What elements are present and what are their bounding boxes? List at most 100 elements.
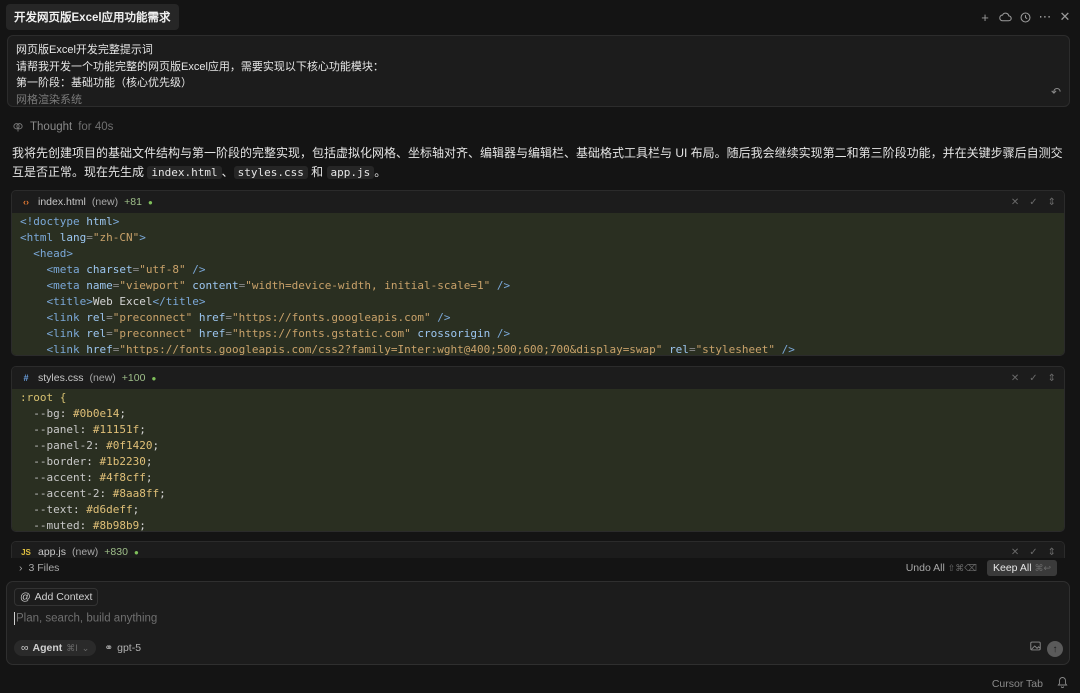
chevron-down-icon: ⌄ — [81, 642, 90, 653]
reject-icon[interactable]: ✕ — [1011, 547, 1019, 558]
undo-all-shortcut: ⇧⌘⌫ — [947, 563, 977, 573]
message-text: 和 — [307, 165, 327, 179]
close-icon[interactable]: ✕ — [1058, 9, 1072, 24]
prompt-line-faded: 网格渲染系统 — [16, 93, 82, 106]
code-line: --text: #d6deff; — [33, 503, 140, 516]
js-file-icon: JS — [21, 547, 31, 557]
agent-mode-selector[interactable]: ∞ Agent ⌘I ⌄ — [14, 640, 97, 656]
model-name: gpt-5 — [117, 642, 142, 654]
file-name: styles.css — [38, 372, 84, 384]
user-prompt[interactable]: 网页版Excel开发完整提示词 请帮我开发一个功能完整的网页版Excel应用，需… — [7, 35, 1070, 107]
code-line: --muted: #8b98b9; — [33, 519, 146, 532]
modified-dot-icon: ● — [151, 373, 157, 383]
code-line: --bg: #0b0e14; — [33, 407, 126, 420]
at-icon: @ — [20, 591, 31, 603]
image-icon[interactable] — [1030, 641, 1041, 654]
file-status: (new) — [89, 372, 116, 384]
code-line: --border: #1b2230; — [33, 455, 153, 468]
header-actions: + ⋯ ✕ — [978, 9, 1072, 25]
chat-title[interactable]: 开发网页版Excel应用功能需求 — [6, 4, 179, 30]
keep-all-label: Keep All — [993, 562, 1032, 574]
code-line: --panel-2: #0f1420; — [33, 439, 160, 452]
keep-all-button[interactable]: Keep All ⌘↩ — [987, 560, 1057, 576]
html-file-icon: ‹› — [23, 197, 29, 207]
inline-code: app.js — [326, 166, 375, 179]
send-button[interactable]: ↑ — [1047, 641, 1063, 657]
accept-icon[interactable]: ✓ — [1029, 373, 1037, 384]
modified-dot-icon: ● — [147, 197, 153, 207]
plus-icon[interactable]: + — [978, 10, 992, 25]
file-header[interactable]: ‹› index.html (new) +81 ● ✕ ✓ ⇕ — [12, 191, 1064, 213]
file-header[interactable]: # styles.css (new) +100 ● ✕ ✓ ⇕ — [12, 367, 1064, 389]
message-text: 。 — [374, 165, 387, 179]
lines-added: +81 — [124, 196, 142, 208]
message-text: 、 — [221, 165, 234, 179]
prompt-line: 第一阶段：基础功能（核心优先级） — [16, 77, 192, 89]
code-line: <title>Web Excel</title> — [46, 295, 206, 308]
agent-shortcut: ⌘I — [66, 642, 78, 653]
agent-label: Agent — [32, 642, 63, 654]
thought-indicator[interactable]: Thought for 40s — [12, 121, 113, 133]
code-view[interactable]: <!doctype html> <html lang="zh-CN"> <hea… — [12, 213, 1064, 356]
file-name: app.js — [38, 546, 67, 558]
code-line: --accent: #4f8cff; — [33, 471, 153, 484]
file-diff-app-js: JS app.js (new) +830 ● ✕ ✓ ⇕ — [11, 541, 1065, 558]
expand-icon[interactable]: ⇕ — [1048, 197, 1056, 208]
code-line: :root { — [20, 391, 67, 404]
infinity-icon: ∞ — [21, 642, 29, 654]
code-line: <link href="https://fonts.googleapis.com… — [46, 343, 795, 356]
reject-icon[interactable]: ✕ — [1011, 197, 1019, 208]
code-line: <link rel="preconnect" href="https://fon… — [46, 311, 451, 324]
expand-icon[interactable]: ⇕ — [1048, 373, 1056, 384]
undo-all-button[interactable]: Undo All ⇧⌘⌫ — [906, 562, 977, 574]
code-line: <head> — [33, 247, 73, 260]
assistant-message: 我将先创建项目的基础文件结构与第一阶段的完整实现，包括虚拟化网格、坐标轴对齐、编… — [12, 144, 1068, 182]
code-line: --panel: #11151f; — [33, 423, 146, 436]
code-line: <meta charset="utf-8" /> — [46, 263, 206, 276]
file-diff-styles-css: # styles.css (new) +100 ● ✕ ✓ ⇕ :root { … — [11, 366, 1065, 532]
code-line: --accent-2: #8aa8ff; — [33, 487, 166, 500]
file-status: (new) — [91, 196, 119, 208]
file-status: (new) — [72, 546, 99, 558]
cursor-tab-status[interactable]: Cursor Tab — [992, 678, 1043, 690]
brain-icon — [13, 123, 23, 132]
undo-all-label: Undo All — [905, 562, 945, 574]
files-toggle[interactable]: › 3 Files — [19, 562, 59, 574]
lines-added: +830 — [104, 546, 128, 558]
chat-header: 开发网页版Excel应用功能需求 + ⋯ ✕ — [0, 0, 1080, 34]
file-diff-index-html: ‹› index.html (new) +81 ● ✕ ✓ ⇕ <!doctyp… — [11, 190, 1065, 356]
chevron-right-icon: › — [19, 562, 23, 574]
expand-icon[interactable]: ⇕ — [1048, 547, 1056, 558]
inline-code: index.html — [147, 166, 222, 179]
more-icon[interactable]: ⋯ — [1038, 9, 1052, 24]
code-view[interactable]: :root { --bg: #0b0e14; --panel: #11151f;… — [12, 389, 1064, 532]
add-context-button[interactable]: @ Add Context — [14, 588, 99, 606]
chat-input-placeholder: Plan, search, build anything — [16, 612, 158, 625]
thought-label: Thought — [30, 121, 73, 133]
pending-files-bar: › 3 Files Undo All ⇧⌘⌫ Keep All ⌘↩ — [11, 558, 1065, 578]
composer-controls: ∞ Agent ⌘I ⌄ ⚭ gpt-5 — [14, 640, 141, 656]
thought-duration: for 40s — [78, 121, 114, 133]
model-icon: ⚭ — [104, 642, 114, 654]
undo-icon[interactable]: ↶ — [1051, 84, 1061, 101]
text-caret — [14, 612, 15, 625]
model-selector[interactable]: ⚭ gpt-5 — [104, 642, 141, 654]
cloud-icon[interactable] — [998, 10, 1012, 24]
reject-icon[interactable]: ✕ — [1011, 373, 1019, 384]
prompt-line: 网页版Excel开发完整提示词 — [16, 44, 153, 56]
accept-icon[interactable]: ✓ — [1029, 197, 1037, 208]
code-line: <link rel="preconnect" href="https://fon… — [46, 327, 511, 340]
chat-input[interactable]: Plan, search, build anything — [14, 612, 157, 625]
file-header[interactable]: JS app.js (new) +830 ● ✕ ✓ ⇕ — [12, 542, 1064, 558]
code-line: <meta name="viewport" content="width=dev… — [46, 279, 511, 292]
status-bar: Cursor Tab — [992, 676, 1068, 691]
accept-icon[interactable]: ✓ — [1029, 547, 1037, 558]
prompt-line: 请帮我开发一个功能完整的网页版Excel应用，需要实现以下核心功能模块： — [16, 60, 384, 73]
lines-added: +100 — [121, 372, 146, 384]
modified-dot-icon: ● — [133, 547, 139, 557]
css-file-icon: # — [23, 373, 29, 383]
bell-icon[interactable] — [1057, 676, 1068, 691]
code-line: <!doctype html> — [20, 215, 120, 228]
code-line: <html lang="zh-CN"> — [20, 231, 146, 244]
history-icon[interactable] — [1018, 10, 1032, 24]
